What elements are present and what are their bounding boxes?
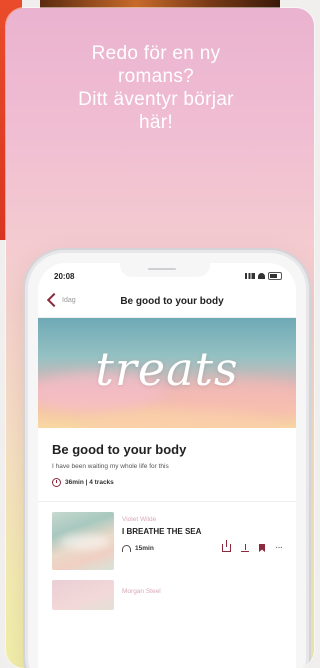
battery-icon [268,272,282,280]
track-row[interactable]: Violet Wilde I BREATHE THE SEA 15min ··· [38,502,296,570]
hero-wordmark: treats [95,342,239,396]
phone-screen: 20:08 Idag Be good to your body treats B… [38,263,296,668]
headline-line: Redo för en ny [91,43,221,64]
nav-title: Be good to your body [120,296,224,307]
download-icon[interactable] [241,544,249,552]
track-controls: 15min ··· [122,540,283,553]
promo-card: Redo för en ny romans? Ditt äventyr börj… [6,8,314,668]
headline-line: romans? [117,66,195,87]
headphones-icon [122,544,131,552]
signal-icon [245,273,255,279]
playlist-subtitle: I have been waiting my whole life for th… [52,463,169,470]
headline-line: Ditt äventyr börjar [78,89,234,110]
playlist-meta-text: 36min | 4 tracks [65,479,114,486]
wifi-icon [258,273,265,279]
track-row[interactable]: Morgan Steel [38,570,296,610]
clock-icon [52,478,61,487]
status-icons [245,272,282,280]
playlist-title: Be good to your body [52,442,187,457]
phone-notch [120,263,210,277]
headline-line: här! [139,112,173,133]
status-bar: 20:08 [38,263,296,289]
playlist-meta: 36min | 4 tracks [52,478,282,487]
bookmark-icon[interactable] [259,544,265,552]
playlist-info: Be good to your body I have been waiting… [38,428,296,487]
more-icon[interactable]: ··· [275,543,283,553]
share-icon[interactable] [222,540,231,552]
phone-mockup: 20:08 Idag Be good to your body treats B… [28,253,306,668]
nav-bar: Idag Be good to your body [38,289,296,318]
track-duration: 15min [135,544,154,552]
track-actions: ··· [222,540,283,553]
track-thumbnail [52,580,114,610]
promo-headline: Redo för en ny romans? Ditt äventyr börj… [6,42,306,134]
track-info: Violet Wilde I BREATHE THE SEA 15min ··· [122,512,283,570]
track-artist: Violet Wilde [122,516,157,523]
track-artist: Morgan Steel [122,588,161,595]
status-time: 20:08 [54,272,75,281]
track-thumbnail [52,512,114,570]
hero-image: treats [38,318,296,428]
track-title: I BREATHE THE SEA [122,527,202,536]
